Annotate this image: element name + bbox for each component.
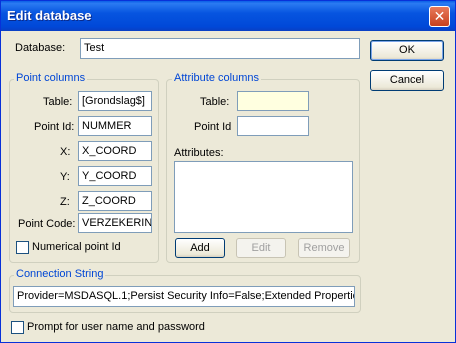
attributes-label: Attributes:	[174, 147, 224, 159]
database-field[interactable]: Test	[80, 38, 360, 59]
prompt-credentials-label: Prompt for user name and password	[27, 321, 205, 333]
point-code-field[interactable]: VERZEKERIN	[78, 213, 152, 233]
title-bar: Edit database ✕	[1, 1, 455, 31]
ok-button[interactable]: OK	[370, 40, 444, 61]
attr-table-field[interactable]	[237, 91, 309, 111]
attributes-list[interactable]	[174, 161, 353, 233]
point-columns-legend: Point columns	[14, 72, 88, 84]
point-table-label: Table:	[43, 96, 73, 108]
edit-database-dialog: Edit database ✕ Database: Test OK Cancel…	[0, 0, 456, 343]
window-title: Edit database	[7, 8, 92, 23]
prompt-credentials-checkbox[interactable]	[11, 321, 24, 334]
attr-table-label: Table:	[200, 96, 230, 108]
y-field[interactable]: Y_COORD	[78, 166, 152, 186]
attribute-columns-legend: Attribute columns	[172, 72, 261, 84]
z-label: Z:	[60, 196, 70, 208]
connection-string-legend: Connection String	[14, 268, 106, 280]
numerical-point-id-checkbox[interactable]	[16, 241, 29, 254]
y-label: Y:	[60, 171, 70, 183]
point-code-label: Point Code:	[18, 218, 76, 230]
numerical-point-id-label: Numerical point Id	[32, 241, 121, 253]
close-icon[interactable]: ✕	[429, 6, 450, 27]
point-table-field[interactable]: [Grondslag$]	[78, 91, 152, 111]
database-label: Database:	[15, 42, 66, 54]
add-attribute-button[interactable]: Add	[175, 238, 225, 258]
attr-point-id-label: Point Id	[194, 121, 232, 133]
x-label: X:	[60, 146, 71, 158]
edit-attribute-button[interactable]: Edit	[236, 238, 286, 258]
z-field[interactable]: Z_COORD	[78, 191, 152, 211]
connection-string-field[interactable]: Provider=MSDASQL.1;Persist Security Info…	[13, 286, 355, 307]
point-id-field[interactable]: NUMMER	[78, 116, 152, 136]
remove-attribute-button[interactable]: Remove	[298, 238, 350, 258]
point-id-label: Point Id:	[34, 121, 75, 133]
cancel-button[interactable]: Cancel	[370, 70, 444, 91]
attr-point-id-field[interactable]	[237, 116, 309, 136]
x-field[interactable]: X_COORD	[78, 141, 152, 161]
